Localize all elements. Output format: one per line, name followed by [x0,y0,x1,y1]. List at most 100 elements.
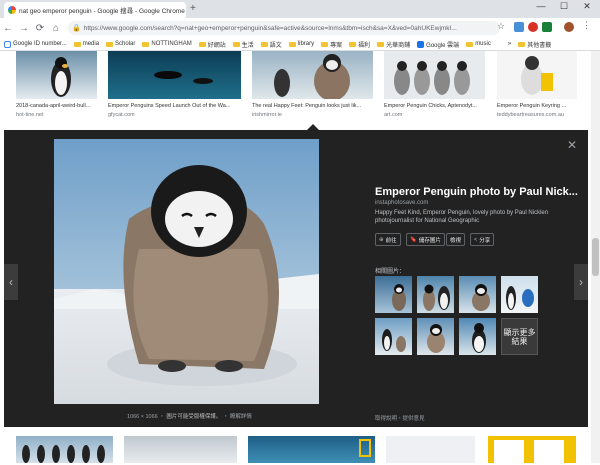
window-titlebar: nat geo emperor penguin - Google 搜尋 - Go… [0,0,600,18]
extension-icon[interactable] [514,22,524,32]
close-viewer-button[interactable]: ✕ [567,138,577,152]
menu-dots-icon[interactable]: ⋮ [582,20,592,30]
close-window-button[interactable]: ✕ [576,1,598,12]
penguin-image [506,286,534,310]
related-images-heading: 相關圖片： [375,269,406,275]
result-thumbnail[interactable] [386,436,475,463]
folder-icon [198,41,206,47]
folder-icon [349,41,357,47]
bookmark-item[interactable]: media [73,41,99,47]
bookmark-item[interactable]: Google 雲端 [417,40,459,49]
bookmark-item[interactable]: Google ID number... [4,40,67,48]
help-feedback-link[interactable]: 取得說明・提供意見 [375,414,425,422]
bookmark-item[interactable]: 光華商鋪 [377,40,410,49]
result-thumbnail[interactable] [497,51,577,99]
penguin-keyring-image [521,56,553,95]
forward-button[interactable]: → [16,23,32,34]
image-domain[interactable]: instaphotosave.com [375,200,428,206]
folder-icon [288,41,296,47]
minimize-button[interactable]: — [530,1,552,11]
image-description: Happy Feet Kind, Emperor Penguin, lovely… [375,210,549,224]
related-image[interactable] [417,318,454,355]
bookmark-item[interactable]: 語文 [260,40,282,49]
extension-icon[interactable] [528,22,538,32]
next-image-button[interactable]: › [574,264,588,300]
main-image[interactable] [54,139,319,404]
penguin-image [359,439,371,457]
folder-icon [232,41,240,47]
home-button[interactable]: ⌂ [48,23,64,34]
result-caption[interactable]: Emperor Penguin Chicks, Aptenodyt... [384,103,489,109]
result-thumbnail[interactable] [384,51,485,99]
bookmark-item[interactable]: NOTTINGHAM [142,41,192,47]
result-thumbnail[interactable] [124,436,237,463]
bookmark-icon: 🔖 [410,236,417,243]
prev-image-button[interactable]: ‹ [4,264,18,300]
penguin-chicks-image [394,61,470,95]
penguin-image [382,329,406,352]
emperor-penguin-chick-image [54,139,319,404]
underwater-penguins-image [154,71,213,84]
browser-tab[interactable]: nat geo emperor penguin - Google 搜尋 - Go… [4,2,186,18]
result-source: teddybeartreasures.com.au [497,112,564,118]
related-image[interactable] [375,318,412,355]
result-thumbnail[interactable] [108,51,241,99]
learn-more-link[interactable]: 瞭解詳情 [230,414,252,420]
more-results-button[interactable]: 顯示更多結果 [501,318,538,355]
penguin-image [51,57,71,97]
tab-title: nat geo emperor penguin - Google 搜尋 - Go… [19,8,185,15]
reload-button[interactable]: ⟳ [32,23,48,34]
result-source: irishmirror.ie [252,112,282,118]
result-thumbnail[interactable] [16,51,97,99]
result-thumbnail[interactable] [488,436,576,463]
back-button[interactable]: ← [0,23,16,34]
avatar-icon[interactable] [564,22,574,32]
bookmark-item[interactable]: 專案 [321,40,342,49]
folder-icon [466,41,474,47]
bookmark-item[interactable]: 福利 [349,40,370,49]
bookmark-item[interactable]: library [288,41,314,47]
extension-icon[interactable] [542,22,552,32]
share-icon: < [474,236,478,243]
folder-icon [321,41,329,47]
penguin-image [472,284,490,311]
scrollbar-thumb[interactable] [592,238,599,276]
bookmark-item[interactable]: Scholar [106,41,135,47]
folder-icon [377,41,385,47]
url-text: https://www.google.com/search?q=nat+geo+… [83,24,457,32]
bookmark-item[interactable]: 生活 [232,40,254,49]
related-image[interactable] [417,276,454,313]
related-image[interactable] [375,276,412,313]
related-image[interactable] [501,276,538,313]
visit-button[interactable]: ⊕ 前往 [375,233,401,246]
new-tab-button[interactable]: + [190,3,196,14]
image-title[interactable]: Emperor Penguin photo by Paul Nick... [375,186,578,198]
result-thumbnail[interactable] [248,436,375,463]
bookmark-item[interactable]: music [466,41,491,47]
result-caption[interactable]: Emperor Penguins Speed Launch Out of the… [108,103,241,109]
address-bar[interactable]: 🔒 https://www.google.com/search?q=nat+ge… [68,21,500,35]
related-image[interactable] [459,276,496,313]
penguin-image [423,284,450,311]
maximize-button[interactable]: ☐ [553,1,575,12]
result-source: art.com [384,112,403,118]
related-image[interactable] [459,318,496,355]
folder-icon [106,41,114,47]
globe-icon: ⊕ [379,236,384,243]
bookmarks-overflow-button[interactable]: » [508,41,511,47]
result-caption[interactable]: The real Happy Feet: Penguin looks just … [252,103,373,109]
result-thumbnail[interactable] [16,436,113,463]
other-bookmarks[interactable]: 其他書籤 [518,40,551,49]
save-image-button[interactable]: 🔖 儲存圖片 [406,233,445,246]
result-caption[interactable]: Emperor Penguin Keyring ... [497,103,587,109]
result-thumbnail[interactable] [252,51,373,101]
share-button[interactable]: < 分享 [470,233,495,246]
folder-icon [142,41,150,47]
folder-icon [73,41,81,47]
view-image-button[interactable]: 檢視 [446,233,466,246]
bookmark-star-icon[interactable]: ☆ [497,21,505,32]
google-favicon-icon [8,6,16,14]
bookmark-item[interactable]: 好網站 [198,40,226,49]
image-dimensions: 1066 × 1066 [127,414,158,420]
folder-icon [518,41,526,47]
